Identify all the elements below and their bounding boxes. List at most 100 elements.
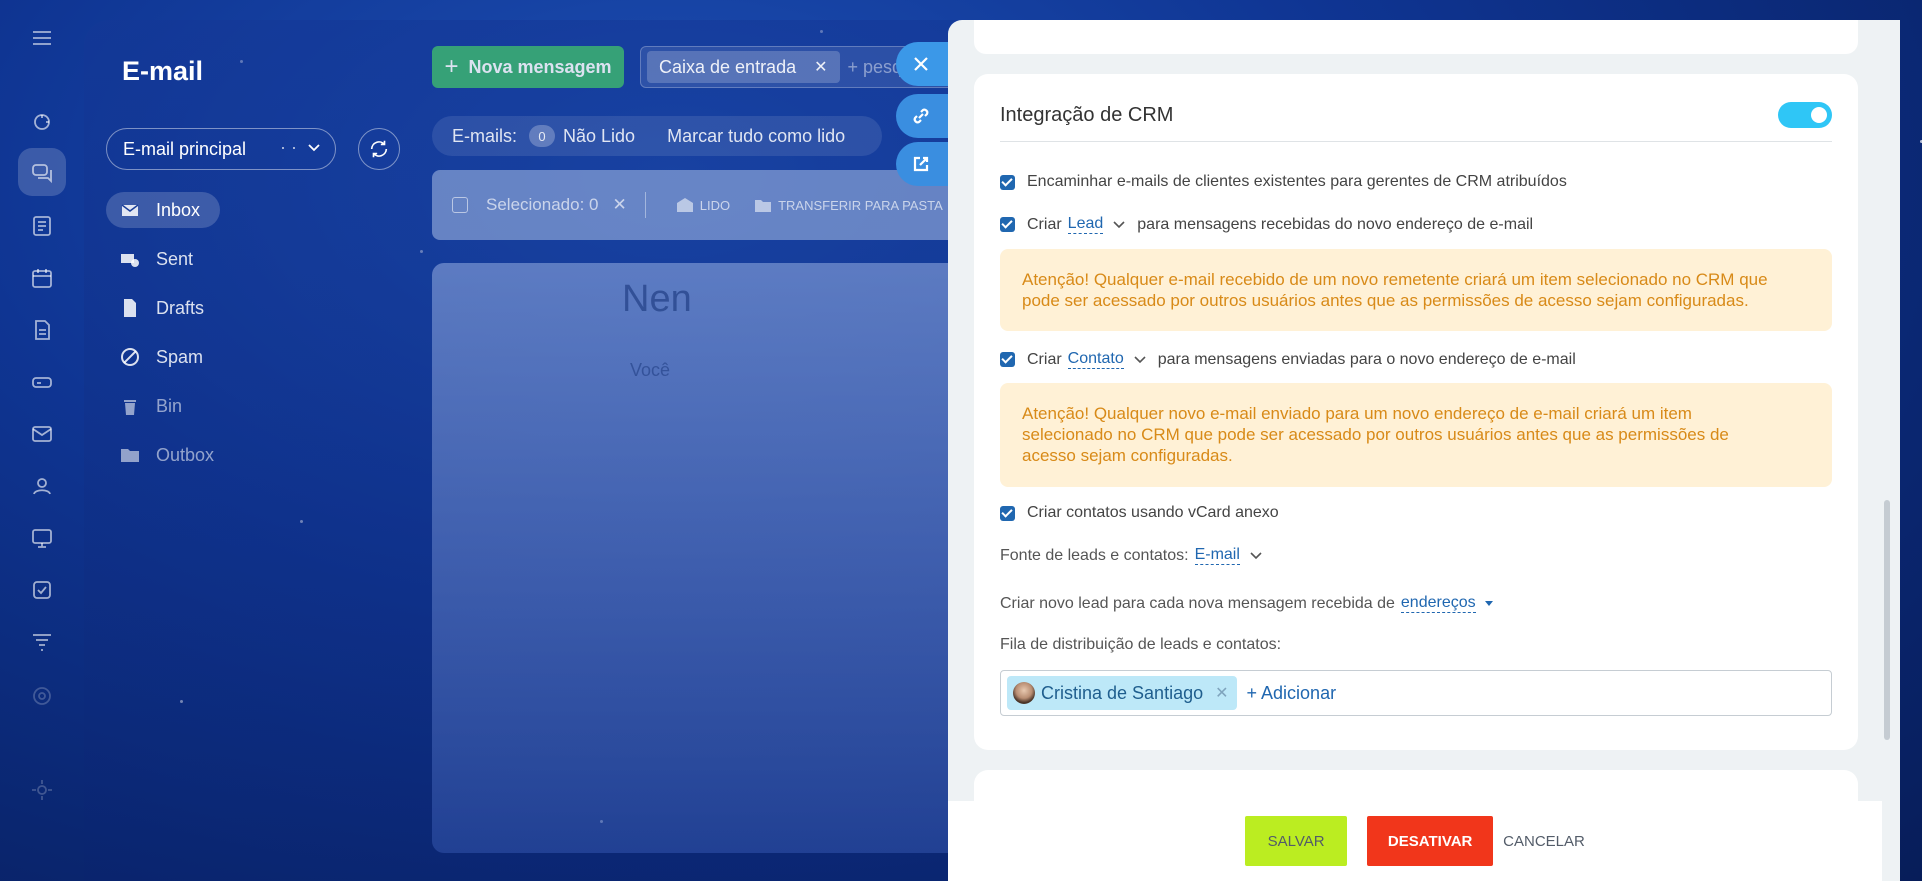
empty-subtext: Você: [630, 360, 671, 380]
cancel-button[interactable]: CANCELAR: [1503, 816, 1585, 866]
queue-user-selector[interactable]: Cristina de Santiago ✕ + Adicionar: [1000, 670, 1832, 716]
move-label: TRANSFERIR PARA PASTA: [778, 197, 943, 213]
selected-count: Selecionado: 0: [486, 195, 599, 214]
folder-label: Outbox: [156, 444, 215, 465]
folder-icon: [755, 200, 772, 212]
crm-integration-toggle[interactable]: [1778, 102, 1832, 128]
close-slider-button[interactable]: [896, 42, 954, 86]
select-all-checkbox[interactable]: [452, 197, 468, 213]
trash-icon: [124, 400, 136, 415]
spam-icon: [121, 348, 139, 366]
close-icon[interactable]: ✕: [814, 57, 827, 77]
plus-icon: +: [444, 53, 459, 80]
mailbox-name: E-mail principal: [123, 138, 247, 159]
draft-icon: [124, 299, 136, 317]
create-label: Criar: [1027, 215, 1062, 233]
rail-board-icon[interactable]: [18, 514, 66, 562]
mark-read-button[interactable]: LIDO: [676, 197, 730, 213]
counter-bar: E-mails: 0 Não Lido Marcar tudo como lid…: [432, 116, 882, 156]
mark-read-label: LIDO: [699, 197, 731, 213]
rail-check-icon[interactable]: [18, 566, 66, 614]
crm-integration-card: Integração de CRM Encaminhar e-mails de …: [974, 74, 1858, 750]
outgoing-entity-dropdown[interactable]: Contato: [1067, 350, 1124, 369]
source-label: Fonte de leads e contatos:: [1000, 546, 1189, 564]
rail-chat-icon[interactable]: [18, 148, 66, 196]
vcard-checkbox[interactable]: [1000, 505, 1015, 521]
create-label: Criar: [1027, 350, 1062, 368]
new-lead-dropdown[interactable]: endereços: [1400, 594, 1476, 613]
save-button[interactable]: SALVAR: [1245, 816, 1348, 866]
chevron-down-icon[interactable]: [1113, 220, 1125, 229]
source-row: Fonte de leads e contatos: E-mail: [1000, 546, 1274, 565]
outgoing-create-checkbox[interactable]: [1000, 352, 1015, 367]
vcard-option-label: Criar contatos usando vCard anexo: [1027, 504, 1279, 521]
previous-section-card: [974, 20, 1858, 54]
chevron-down-icon[interactable]: [1250, 551, 1262, 560]
counter-label: E-mails:: [452, 125, 518, 146]
link-icon: [913, 108, 929, 124]
folder-sent[interactable]: Sent: [106, 241, 213, 277]
incoming-create-checkbox[interactable]: [1000, 217, 1015, 232]
filter-tag[interactable]: Caixa de entrada ✕: [647, 51, 840, 83]
rail-calendar-icon[interactable]: [18, 254, 66, 302]
rail-contacts-icon[interactable]: [18, 462, 66, 510]
folder-icon: [121, 449, 139, 462]
unread-count-badge: 0: [529, 125, 556, 147]
search-input[interactable]: + pesq: [848, 57, 903, 78]
rail-feed-icon[interactable]: [18, 98, 66, 146]
rail-tasks-icon[interactable]: [18, 202, 66, 250]
left-rail: [0, 0, 84, 881]
background: E-mail E-mail principal · · Inbox Sent D…: [0, 0, 1922, 881]
divider: [1000, 141, 1832, 142]
move-to-folder-button[interactable]: TRANSFERIR PARA PASTA: [754, 197, 943, 213]
open-new-window-button[interactable]: [896, 142, 954, 186]
external-link-icon: [913, 156, 929, 172]
envelope-open-icon: [676, 198, 693, 212]
empty-heading: Nen: [622, 278, 692, 320]
rail-target-icon[interactable]: [18, 672, 66, 720]
unread-filter[interactable]: Não Lido: [563, 126, 635, 147]
refresh-button[interactable]: [358, 128, 400, 170]
mark-all-read-link[interactable]: Marcar tudo como lido: [667, 126, 845, 147]
deactivate-button[interactable]: DESATIVAR: [1367, 816, 1494, 866]
warning-text: Atenção! Qualquer e-mail recebido de um …: [1022, 270, 1768, 310]
menu-icon[interactable]: [18, 14, 66, 62]
rail-mail-icon[interactable]: [18, 410, 66, 458]
sent-icon: [121, 254, 139, 267]
forward-option-label: Encaminhar e-mails de clientes existente…: [1027, 173, 1567, 190]
rail-docs-icon[interactable]: [18, 306, 66, 354]
section-title: Integração de CRM: [1000, 104, 1174, 126]
forward-checkbox[interactable]: [1000, 174, 1015, 190]
folder-drafts[interactable]: Drafts: [106, 290, 224, 326]
incoming-suffix: para mensagens recebidas do novo endereç…: [1137, 215, 1534, 233]
folder-outbox[interactable]: Outbox: [106, 437, 234, 473]
close-icon[interactable]: ✕: [612, 195, 626, 215]
user-chip[interactable]: Cristina de Santiago ✕: [1007, 676, 1237, 710]
add-user-link[interactable]: + Adicionar: [1247, 683, 1337, 704]
scrollbar[interactable]: [1884, 500, 1890, 740]
refresh-icon: [370, 140, 388, 158]
vcard-option-row[interactable]: Criar contatos usando vCard anexo: [1000, 504, 1279, 522]
copy-link-button[interactable]: [896, 94, 954, 138]
folder-spam[interactable]: Spam: [106, 339, 223, 375]
new-message-button[interactable]: + Nova mensagem: [432, 46, 624, 88]
new-lead-row: Criar novo lead para cada nova mensagem …: [1000, 594, 1494, 613]
folder-label: Drafts: [156, 297, 205, 318]
page-title: E-mail: [122, 56, 204, 86]
chevron-down-icon[interactable]: [1134, 355, 1146, 364]
rail-settings-icon[interactable]: [18, 766, 66, 814]
rail-drive-icon[interactable]: [18, 358, 66, 406]
folder-label: Bin: [156, 395, 183, 416]
folder-inbox[interactable]: Inbox: [106, 192, 221, 228]
incoming-entity-dropdown[interactable]: Lead: [1067, 215, 1104, 234]
remove-user-icon[interactable]: ✕: [1215, 683, 1228, 703]
source-dropdown[interactable]: E-mail: [1194, 546, 1240, 565]
mailbox-select[interactable]: E-mail principal · ·: [106, 128, 336, 170]
folder-label: Sent: [156, 248, 194, 269]
caret-down-icon[interactable]: [1484, 600, 1494, 608]
envelope-icon: [121, 204, 139, 216]
folder-label: Inbox: [156, 199, 201, 220]
folder-bin[interactable]: Bin: [106, 388, 202, 424]
forward-option-row[interactable]: Encaminhar e-mails de clientes existente…: [1000, 173, 1567, 191]
rail-funnel-icon[interactable]: [18, 618, 66, 666]
